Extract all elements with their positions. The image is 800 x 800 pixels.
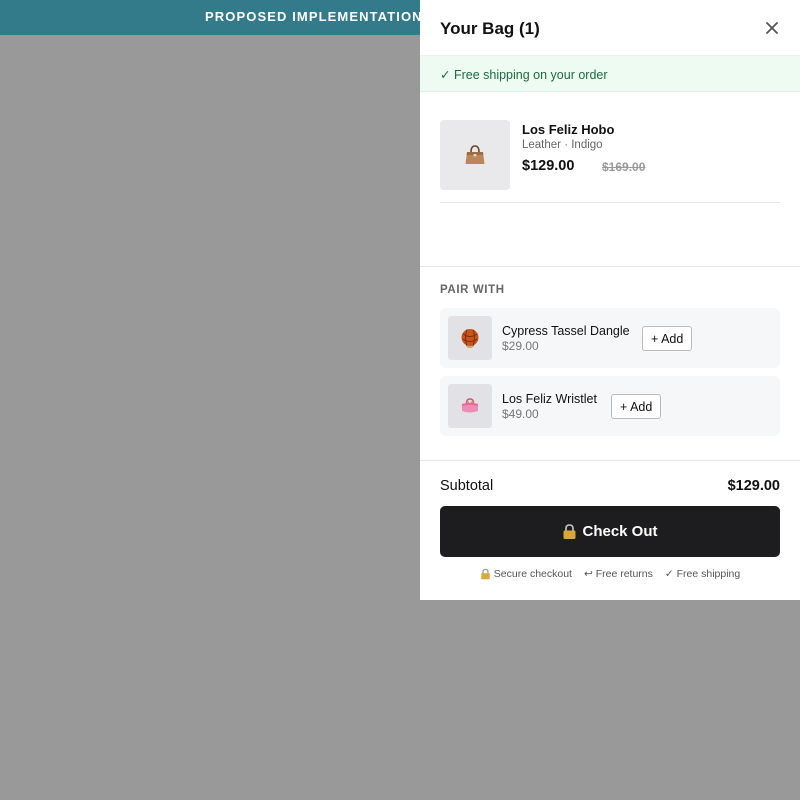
- upsell-price: $49.00: [502, 407, 539, 421]
- add-upsell-button[interactable]: + Add: [611, 394, 662, 419]
- section-divider: [420, 266, 800, 267]
- add-upsell-button[interactable]: + Add: [642, 326, 693, 351]
- cart-drawer: Your Bag (1) ✓ Free shipping on your ord…: [420, 0, 800, 600]
- upsell-name[interactable]: Los Feliz Wristlet: [502, 392, 597, 406]
- secure-checkout-badge: Secure checkout: [480, 566, 572, 582]
- shipping-notice: ✓ Free shipping on your order: [440, 68, 608, 82]
- free-shipping-badge: ✓ Free shipping: [665, 566, 740, 582]
- upsell-thumbnail: [448, 316, 492, 360]
- top-banner: PROPOSED IMPLEMENTATION —: [0, 0, 420, 35]
- upsell-thumbnail: [448, 384, 492, 428]
- checkout-button[interactable]: Check Out: [440, 506, 780, 557]
- page-overlay[interactable]: [0, 35, 420, 800]
- upsell-card: Cypress Tassel Dangle $29.00 + Add: [440, 308, 780, 368]
- cart-line-item: Los Feliz Hobo Leather · Indigo $129.00 …: [440, 120, 780, 203]
- tassel-ball-icon: [461, 329, 479, 348]
- subtotal-label: Subtotal: [440, 478, 494, 494]
- footer-divider: [420, 460, 800, 461]
- trust-badges: Secure checkout ↩ Free returns ✓ Free sh…: [420, 566, 800, 582]
- handbag-icon: [465, 145, 485, 164]
- checkout-label: Check Out: [582, 523, 658, 540]
- item-price: $129.00: [522, 158, 575, 174]
- close-icon: [766, 22, 778, 34]
- upsell-name[interactable]: Cypress Tassel Dangle: [502, 324, 630, 338]
- shipping-notice-bar: ✓ Free shipping on your order: [420, 56, 800, 92]
- cart-title: Your Bag (1): [440, 19, 540, 38]
- lock-icon: [563, 524, 576, 539]
- pair-with-heading: PAIR WITH: [440, 284, 505, 296]
- upsell-card: Los Feliz Wristlet $49.00 + Add: [440, 376, 780, 436]
- free-returns-badge: ↩ Free returns: [584, 566, 653, 582]
- close-button[interactable]: [760, 16, 784, 40]
- subtotal-value: $129.00: [727, 478, 780, 494]
- free-shipping-text: ✓ Free shipping: [664, 568, 741, 580]
- free-returns-text: ↩ Free returns: [583, 568, 653, 580]
- secure-checkout-text: Secure checkout: [493, 568, 572, 580]
- cart-header: Your Bag (1): [420, 0, 800, 56]
- purse-icon: [462, 398, 478, 413]
- item-compare-price: $169.00: [602, 160, 646, 174]
- item-name[interactable]: Los Feliz Hobo: [522, 122, 614, 137]
- banner-text: PROPOSED IMPLEMENTATION —: [205, 9, 420, 24]
- lock-icon: [481, 568, 490, 580]
- upsell-price: $29.00: [502, 339, 539, 353]
- item-thumbnail[interactable]: [440, 120, 510, 190]
- item-variant: Leather · Indigo: [522, 139, 603, 151]
